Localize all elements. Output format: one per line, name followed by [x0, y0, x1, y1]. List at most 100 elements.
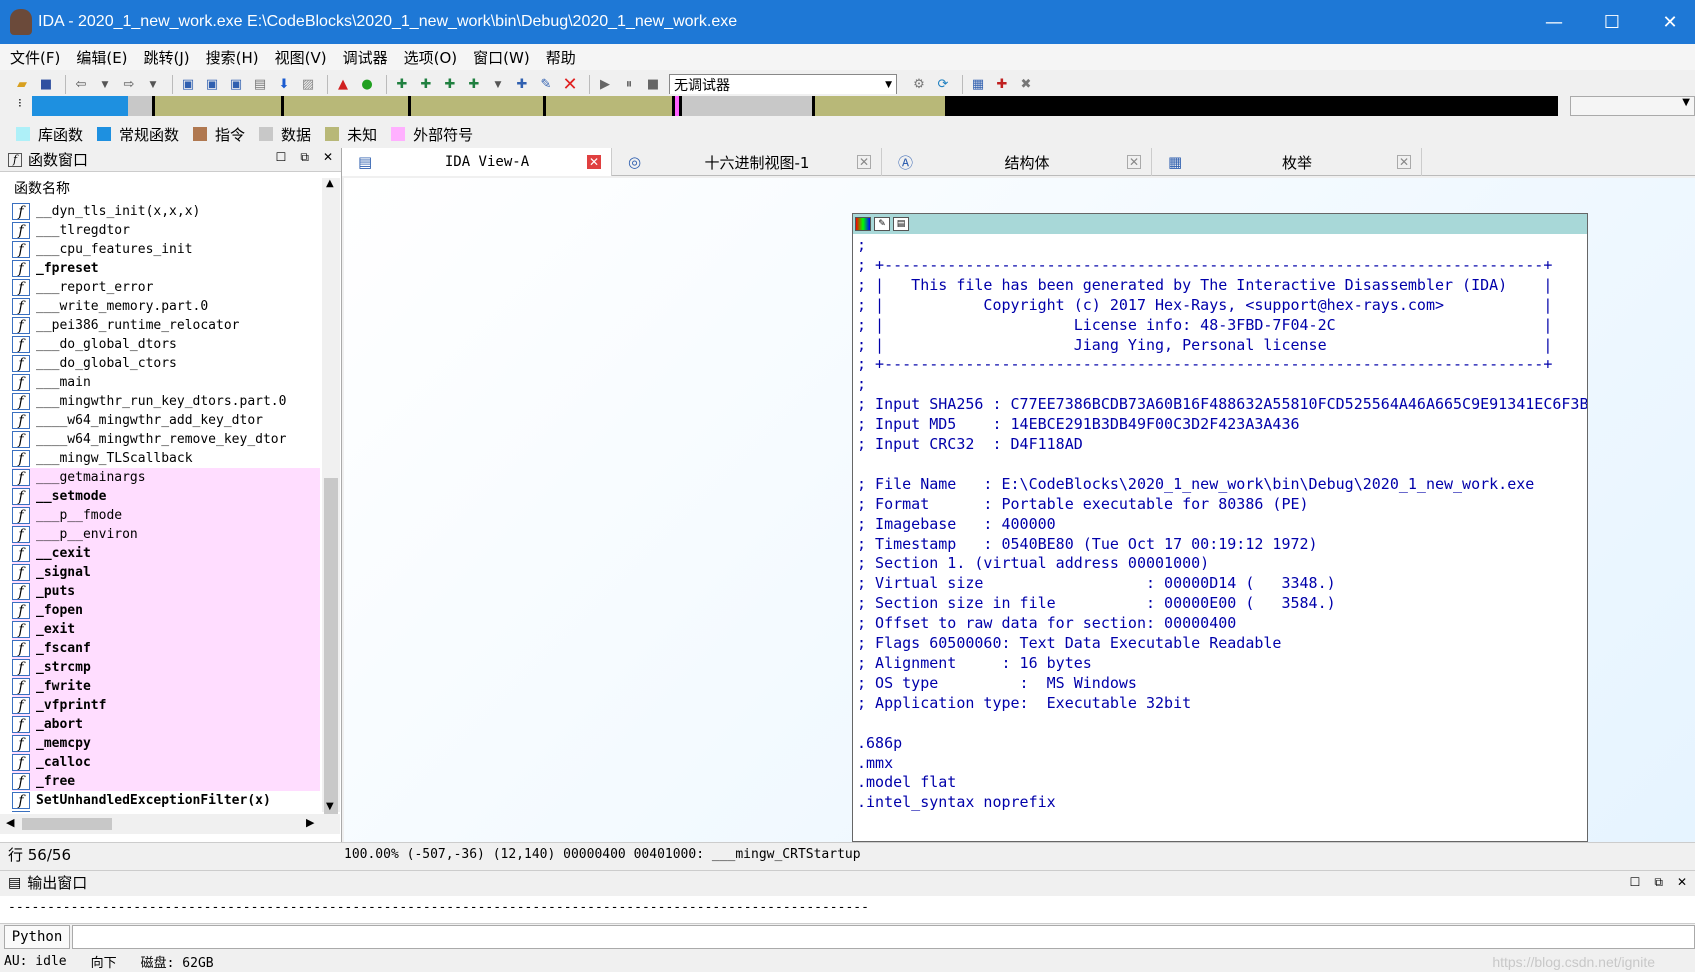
function-list-item[interactable]: f ___do_global_dtors [12, 335, 320, 354]
disassembly-line[interactable]: ; +-------------------------------------… [857, 355, 1587, 375]
graph-node[interactable]: ✎ ▤ ;; +--------------------------------… [852, 213, 1588, 842]
function-list-item[interactable]: f ___report_error [12, 278, 320, 297]
breakpoint-list-icon[interactable]: ▦ [968, 75, 988, 95]
command-input[interactable] [72, 925, 1695, 949]
menu-edit[interactable]: 编辑(E) [76, 47, 127, 68]
disassembly-line[interactable]: ; | License info: 48-3FBD-7F04-2C | [857, 316, 1587, 336]
function-list-item[interactable]: f ___mingwthr_run_key_dtors.part.0 [12, 392, 320, 411]
add-breakpoint-icon[interactable]: ✚ [992, 75, 1012, 95]
function-list-item[interactable]: f __dyn_tls_init(x,x,x) [12, 202, 320, 221]
close-window-button[interactable]: ✕ [1641, 0, 1695, 44]
tab-close-icon[interactable]: ✕ [857, 155, 871, 169]
dropdown-arrow-icon[interactable]: ▼ [143, 75, 163, 95]
disassembly-line[interactable]: .intel_syntax noprefix [857, 793, 1587, 813]
function-list-item[interactable]: f __pei386_runtime_relocator [12, 316, 320, 335]
function-list-item[interactable]: f _signal [12, 563, 320, 582]
node-color-icon[interactable] [855, 217, 871, 231]
panel-close-icon[interactable]: ✕ [323, 150, 333, 165]
function-list-hscrollbar[interactable]: ◀ ▶ [0, 814, 340, 834]
minimize-button[interactable]: — [1525, 0, 1583, 44]
disassembly-line[interactable]: ; Virtual size : 00000D14 ( 3348.) [857, 574, 1587, 594]
disassembly-line[interactable]: ; Input CRC32 : D4F118AD [857, 435, 1587, 455]
function-list-item[interactable]: f _calloc [12, 753, 320, 772]
scrollbar-thumb[interactable] [22, 818, 112, 830]
function-list-item[interactable]: f ___main [12, 373, 320, 392]
add-struct-icon[interactable]: ✚ [416, 75, 436, 95]
tab-close-icon[interactable]: ✕ [1127, 155, 1141, 169]
function-list-item[interactable]: f ___mingw_TLScallback [12, 449, 320, 468]
scroll-left-icon[interactable]: ◀ [6, 816, 14, 829]
function-list-item[interactable]: f ___tlregdtor [12, 221, 320, 240]
scroll-up-icon[interactable]: ▲ [326, 178, 334, 189]
debug-options-icon[interactable]: ⚙ [909, 75, 929, 95]
script-language-button[interactable]: Python [4, 925, 70, 949]
forward-arrow-icon[interactable]: ⇨ [119, 75, 139, 95]
function-list-item[interactable]: f _abort [12, 715, 320, 734]
menu-debugger[interactable]: 调试器 [343, 47, 388, 68]
maximize-button[interactable]: ☐ [1583, 0, 1641, 44]
graph-red-icon[interactable]: ▲ [333, 75, 353, 95]
function-list-item[interactable]: f _exit [12, 620, 320, 639]
disassembly-line[interactable] [857, 714, 1587, 734]
pause-icon[interactable]: ⏸ [619, 75, 639, 95]
disassembly-line[interactable]: ; Input MD5 : 14EBCE291B3DB49F00C3D2F423… [857, 415, 1587, 435]
function-list-item[interactable]: f ___getmainargs [12, 468, 320, 487]
function-list-item[interactable]: f _fscanf [12, 639, 320, 658]
menu-view[interactable]: 视图(V) [275, 47, 327, 68]
disassembly-line[interactable]: ; OS type : MS Windows [857, 674, 1587, 694]
function-list-item[interactable]: f __setmode [12, 487, 320, 506]
function-list-item[interactable]: f _free [12, 772, 320, 791]
node-group-icon[interactable]: ▤ [893, 217, 909, 231]
code-icon[interactable]: ▨ [298, 75, 318, 95]
navigation-bar[interactable] [32, 96, 1558, 116]
menu-file[interactable]: 文件(F) [10, 47, 60, 68]
panel-maximize-icon[interactable]: ☐ [276, 150, 287, 165]
disassembly-line[interactable]: ; Offset to raw data for section: 000004… [857, 614, 1587, 634]
function-list-item[interactable]: f ___write_memory.part.0 [12, 297, 320, 316]
panel-close-icon[interactable]: ✕ [1677, 875, 1687, 890]
menu-options[interactable]: 选项(O) [404, 47, 458, 68]
attach-process-icon[interactable]: ⟳ [933, 75, 953, 95]
disassembly-line[interactable]: ; Format : Portable executable for 80386… [857, 495, 1587, 515]
function-list-vscrollbar[interactable]: ▲ ▼ [322, 178, 340, 823]
disassembly-line[interactable]: ; +-------------------------------------… [857, 256, 1587, 276]
function-list-item[interactable]: f __cexit [12, 544, 320, 563]
disassembly-line[interactable]: ; Timestamp : 0540BE80 (Tue Oct 17 00:19… [857, 535, 1587, 555]
green-circle-icon[interactable]: ● [357, 75, 377, 95]
disassembly-line[interactable]: ; Section size in file : 00000E00 ( 3584… [857, 594, 1587, 614]
delete-breakpoint-icon[interactable]: ✖ [1016, 75, 1036, 95]
disassembly-line[interactable]: ; Imagebase : 400000 [857, 515, 1587, 535]
add-func-icon[interactable]: ✚ [392, 75, 412, 95]
function-list-item[interactable]: f _fwrite [12, 677, 320, 696]
disassembly-line[interactable]: .model flat [857, 773, 1587, 793]
tab-close-icon[interactable]: ✕ [1397, 155, 1411, 169]
menu-jump[interactable]: 跳转(J) [144, 47, 190, 68]
disassembly-line[interactable]: ; | This file has been generated by The … [857, 276, 1587, 296]
disassembly-line[interactable]: ; | Jiang Ying, Personal license | [857, 336, 1587, 356]
function-list-item[interactable]: f _strcmp [12, 658, 320, 677]
disassembly-line[interactable]: ; Input SHA256 : C77EE7386BCDB73A60B16F4… [857, 395, 1587, 415]
function-list-item[interactable]: f ____w64_mingwthr_remove_key_dtor [12, 430, 320, 449]
scroll-down-icon[interactable]: ▼ [326, 801, 334, 812]
disassembly-line[interactable]: ; [857, 236, 1587, 256]
panel-float-icon[interactable]: ⧉ [1654, 875, 1663, 890]
panel-float-icon[interactable]: ⧉ [300, 150, 309, 165]
function-name-column-header[interactable]: 函数名称 [0, 176, 341, 200]
function-list-item[interactable]: f_RaiseException(x) [12, 810, 320, 812]
disassembly-line[interactable]: ; Alignment : 16 bytes [857, 654, 1587, 674]
function-list-item[interactable]: f ____w64_mingwthr_add_key_dtor [12, 411, 320, 430]
save-icon[interactable]: ■ [36, 75, 56, 95]
disassembly-line[interactable]: ; | Copyright (c) 2017 Hex-Rays, <suppor… [857, 296, 1587, 316]
disassembly-text[interactable]: ;; +------------------------------------… [853, 234, 1587, 813]
function-list-item[interactable]: f _memcpy [12, 734, 320, 753]
function-list-item[interactable]: f _vfprintf [12, 696, 320, 715]
tab-enums[interactable]: ▦ 枚举 ✕ [1152, 148, 1422, 176]
menu-windows[interactable]: 窗口(W) [473, 47, 530, 68]
search-next-icon[interactable]: ▤ [250, 75, 270, 95]
edit-icon[interactable]: ✎ [536, 75, 556, 95]
disassembly-line[interactable]: ; [857, 375, 1587, 395]
function-list-item[interactable]: f _fopen [12, 601, 320, 620]
function-list-item[interactable]: f ___do_global_ctors [12, 354, 320, 373]
panel-maximize-icon[interactable]: ☐ [1630, 875, 1641, 890]
disassembly-line[interactable]: ; Application type: Executable 32bit [857, 694, 1587, 714]
